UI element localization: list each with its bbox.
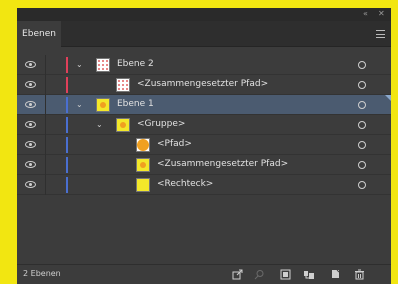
chevron-down-icon[interactable]: ⌄: [76, 100, 83, 109]
layer-thumbnail: [96, 98, 110, 112]
layer-color-bar: [66, 177, 68, 193]
new-sublayer-icon[interactable]: [303, 269, 315, 281]
panel-menu-icon[interactable]: [376, 30, 385, 38]
layer-color-bar: [66, 97, 68, 113]
layer-label: Ebene 1: [117, 99, 154, 109]
lock-column[interactable]: [45, 75, 46, 95]
layer-color-bar: [66, 57, 68, 73]
eye-icon[interactable]: [25, 81, 36, 88]
lock-column[interactable]: [45, 55, 46, 75]
eye-icon[interactable]: [25, 141, 36, 148]
layer-label: <Zusammengesetzter Pfad>: [137, 79, 269, 89]
target-icon[interactable]: [358, 161, 366, 169]
eye-icon[interactable]: [25, 101, 36, 108]
canvas-strip: [0, 0, 17, 284]
lock-column[interactable]: [45, 155, 46, 175]
collapse-icon[interactable]: «: [363, 9, 368, 18]
layer-row[interactable]: <Pfad>: [17, 135, 391, 155]
layer-color-bar: [66, 77, 68, 93]
close-icon[interactable]: ✕: [378, 9, 385, 18]
layer-label: <Rechteck>: [157, 179, 214, 189]
eye-icon[interactable]: [25, 61, 36, 68]
layer-thumbnail: [116, 78, 130, 92]
layers-panel: « ✕ Ebenen ⌄ Ebene 2 <Zusammengesetzter Pf…: [17, 8, 391, 284]
eye-icon[interactable]: [25, 121, 36, 128]
target-icon[interactable]: [358, 141, 366, 149]
lock-column[interactable]: [45, 95, 46, 115]
layer-row[interactable]: ⌄ Ebene 2: [17, 55, 391, 75]
layer-row[interactable]: <Rechteck>: [17, 175, 391, 195]
layer-thumbnail: [136, 138, 150, 152]
layer-row[interactable]: <Zusammengesetzter Pfad>: [17, 155, 391, 175]
panel-titlebar: « ✕: [17, 8, 391, 21]
layer-row[interactable]: <Zusammengesetzter Pfad>: [17, 75, 391, 95]
layer-label: Ebene 2: [117, 59, 154, 69]
layer-row[interactable]: ⌄ <Gruppe>: [17, 115, 391, 135]
layer-label: <Pfad>: [157, 139, 192, 149]
target-icon[interactable]: [358, 61, 366, 69]
lock-column[interactable]: [45, 175, 46, 195]
layer-thumbnail: [96, 58, 110, 72]
layer-row[interactable]: ⌄ Ebene 1: [17, 95, 391, 115]
layer-thumbnail: [136, 158, 150, 172]
new-layer-icon[interactable]: [329, 269, 341, 281]
layer-color-bar: [66, 157, 68, 173]
target-icon[interactable]: [358, 121, 366, 129]
target-icon[interactable]: [358, 181, 366, 189]
layers-list: ⌄ Ebene 2 <Zusammengesetzter Pfad> ⌄ Ebene 1…: [17, 55, 391, 195]
chevron-down-icon[interactable]: ⌄: [76, 60, 83, 69]
panel-tabbar: Ebenen: [17, 21, 391, 47]
chevron-down-icon[interactable]: ⌄: [96, 120, 103, 129]
selection-indicator: [385, 95, 391, 101]
eye-icon[interactable]: [25, 161, 36, 168]
clipping-mask-icon[interactable]: [279, 269, 291, 281]
eye-icon[interactable]: [25, 181, 36, 188]
layer-label: <Gruppe>: [137, 119, 186, 129]
layer-color-bar: [66, 117, 68, 133]
target-icon[interactable]: [358, 101, 366, 109]
export-icon[interactable]: [231, 269, 243, 281]
lock-column[interactable]: [45, 135, 46, 155]
tab-ebenen[interactable]: Ebenen: [17, 21, 61, 47]
panel-footer: 2 Ebenen: [17, 264, 391, 284]
search-icon[interactable]: [253, 269, 265, 281]
layer-thumbnail: [136, 178, 150, 192]
layer-thumbnail: [116, 118, 130, 132]
layer-label: <Zusammengesetzter Pfad>: [157, 159, 289, 169]
target-icon[interactable]: [358, 81, 366, 89]
layer-color-bar: [66, 137, 68, 153]
lock-column[interactable]: [45, 115, 46, 135]
layer-count: 2 Ebenen: [23, 269, 61, 278]
trash-icon[interactable]: [353, 269, 365, 281]
